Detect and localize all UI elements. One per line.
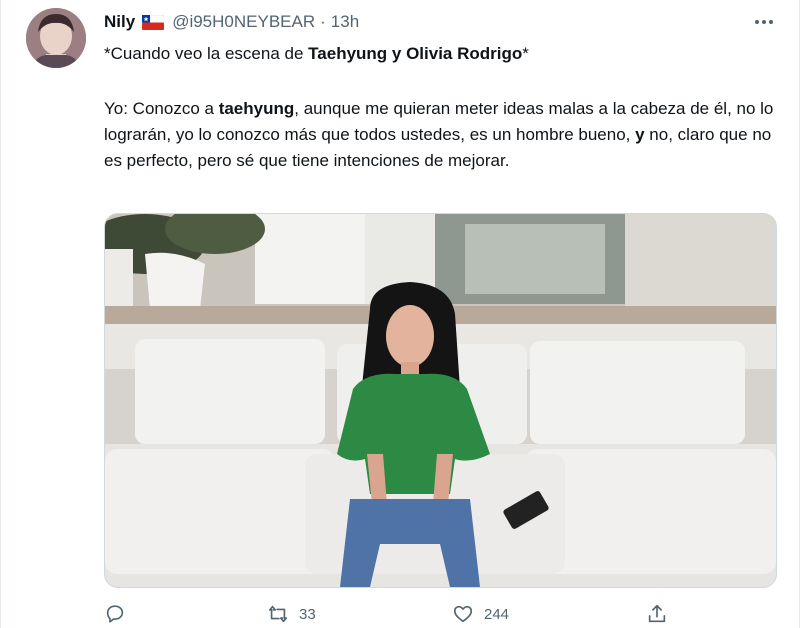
share-button[interactable]	[646, 600, 678, 628]
heart-icon	[453, 605, 473, 623]
tweet-header: Nily @i95H0NEYBEAR · 13h	[104, 10, 359, 34]
separator-dot: ·	[320, 12, 326, 31]
chile-flag-icon	[141, 14, 165, 30]
like-count: 244	[484, 605, 510, 623]
timestamp[interactable]: 13h	[331, 12, 359, 32]
tweet-actions: 33 244	[0, 600, 800, 628]
left-border	[0, 0, 1, 628]
line1-bold: Taehyung y Olivia Rodrigo	[308, 44, 523, 63]
tweet: Nily @i95H0NEYBEAR · 13h *Cuando veo la …	[0, 0, 800, 628]
reply-icon	[106, 605, 124, 623]
tweet-media-photo[interactable]	[104, 213, 777, 588]
tweet-first-line: *Cuando veo la escena de Taehyung y Oliv…	[104, 42, 764, 66]
body-bold-1: taehyung	[218, 99, 295, 118]
tweet-body: Yo: Conozco a taehyung, aunque me quiera…	[104, 96, 784, 174]
like-button[interactable]: 244	[452, 600, 509, 628]
avatar[interactable]	[26, 8, 86, 68]
retweet-count: 33	[299, 605, 316, 623]
line1-suffix: *	[522, 44, 529, 63]
retweet-button[interactable]: 33	[267, 600, 316, 628]
reply-button[interactable]	[104, 600, 136, 628]
body-part-1: Yo: Conozco a	[104, 99, 219, 118]
share-icon	[648, 604, 666, 623]
author-name[interactable]: Nily	[104, 12, 135, 32]
retweet-icon	[268, 605, 288, 623]
photo-woman-on-white-sofa	[105, 214, 776, 587]
more-options-icon[interactable]	[752, 12, 776, 32]
body-bold-2: y	[635, 125, 645, 144]
author-handle[interactable]: @i95H0NEYBEAR	[172, 12, 315, 32]
line1-prefix: *Cuando veo la escena de	[104, 44, 309, 63]
